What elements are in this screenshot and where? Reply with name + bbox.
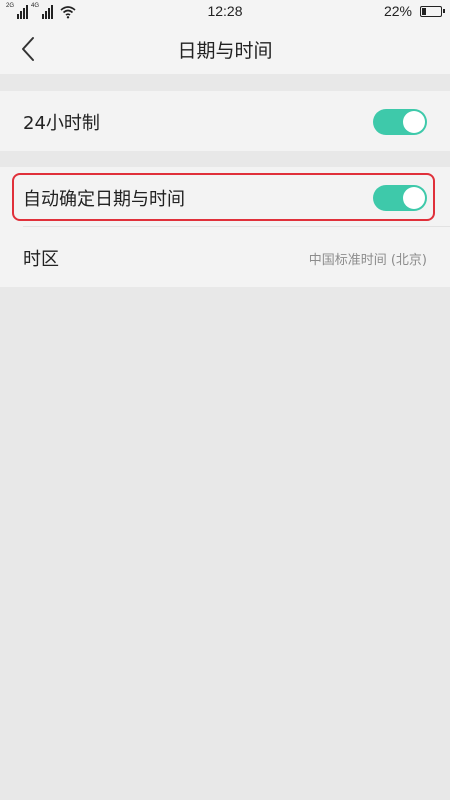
- setting-row-24-hour[interactable]: 24小时制: [0, 91, 450, 151]
- setting-label: 时区: [23, 249, 59, 270]
- battery-icon: [420, 5, 445, 17]
- status-bar-right: 22%: [383, 3, 445, 19]
- status-bar: 2G 4G 12:28 22%: [0, 0, 450, 24]
- status-time: 12:28: [207, 3, 243, 19]
- toggle-24-hour[interactable]: [373, 109, 427, 135]
- toggle-knob: [403, 111, 425, 133]
- battery-percent: 22%: [383, 3, 412, 19]
- navigation-bar: 日期与时间: [0, 24, 450, 74]
- setting-label: 24小时制: [23, 113, 100, 134]
- timezone-value: 中国标准时间 (北京): [308, 253, 427, 268]
- highlight-box: [12, 173, 435, 221]
- page-title: 日期与时间: [177, 40, 273, 62]
- setting-row-timezone[interactable]: 时区 中国标准时间 (北京): [0, 227, 450, 287]
- battery-fill: [422, 7, 426, 15]
- chevron-left-icon[interactable]: [14, 34, 44, 64]
